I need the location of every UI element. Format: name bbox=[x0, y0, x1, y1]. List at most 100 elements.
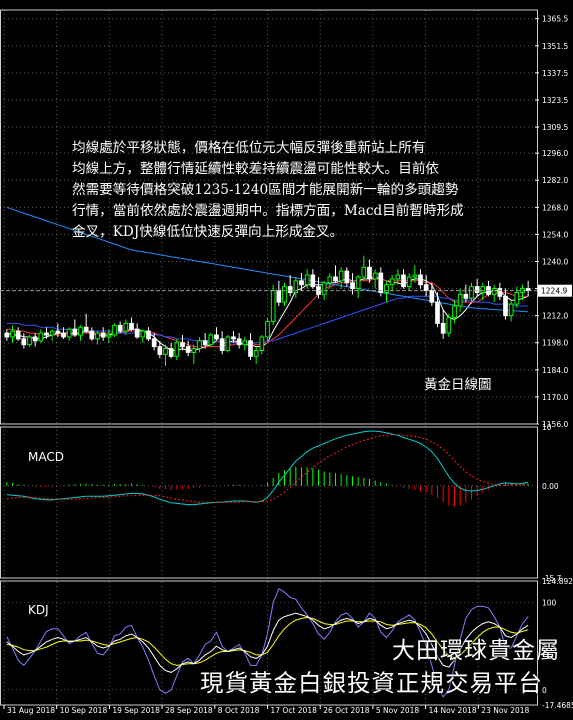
candle-body bbox=[401, 274, 406, 288]
date-tick-label: 28 Sep 2018 bbox=[165, 706, 213, 715]
panel-border bbox=[0, 426, 538, 579]
candle-body bbox=[214, 334, 219, 340]
candle-body bbox=[78, 326, 83, 336]
candle-body bbox=[15, 330, 21, 340]
commentary-line: 行情，當前依然處於震盪週期中。指標方面，Macd目前暫時形成 bbox=[72, 203, 464, 219]
candle-body bbox=[463, 293, 469, 299]
grid-layer bbox=[0, 10, 535, 705]
candle-body bbox=[259, 336, 265, 351]
candle-body bbox=[378, 272, 384, 293]
candle-body bbox=[440, 322, 446, 334]
candle-body bbox=[32, 336, 38, 342]
price-tick-label: 1268.0 bbox=[542, 203, 568, 212]
macd-panel-label: MACD bbox=[28, 450, 64, 464]
date-tick-label: 26 Oct 2018 bbox=[323, 706, 370, 715]
candle-body bbox=[225, 336, 231, 351]
candle-body bbox=[333, 276, 338, 282]
commentary-line: 然需要等待價格突破1235-1240區間才能展開新一輪的多頭趨勢 bbox=[72, 182, 459, 198]
candle-body bbox=[4, 332, 10, 338]
candle-body bbox=[265, 320, 270, 338]
date-tick-label: 5 Nov 2018 bbox=[376, 706, 419, 715]
candle-body bbox=[134, 328, 140, 338]
candle-body bbox=[361, 266, 367, 278]
candle-body bbox=[406, 276, 412, 288]
candle-body bbox=[83, 326, 89, 332]
candle-body bbox=[446, 317, 452, 334]
candle-body bbox=[350, 282, 355, 290]
analysis-commentary: 均線處於平移狀態，價格在低位元大幅反彈後重新站上所有 均線上方，整體行情延續性較… bbox=[72, 138, 542, 243]
candle-body bbox=[236, 338, 242, 346]
chart-caption: 黃金日線圖 bbox=[424, 377, 492, 393]
candle-body bbox=[457, 293, 463, 307]
candle-body bbox=[191, 348, 197, 353]
candle-body bbox=[168, 348, 174, 357]
candle-body bbox=[89, 330, 95, 340]
candle-body bbox=[491, 288, 497, 295]
candle-body bbox=[106, 334, 112, 338]
candle-body bbox=[327, 276, 333, 284]
price-tick-label: 1170.0 bbox=[542, 393, 568, 402]
price-tick-label: 1309.5 bbox=[542, 123, 568, 132]
candle-body bbox=[242, 340, 248, 346]
date-tick-label: 10 Sep 2018 bbox=[60, 706, 108, 715]
price-tick-label: 1198.0 bbox=[542, 339, 568, 348]
candle-body bbox=[384, 284, 389, 293]
candle-body bbox=[129, 322, 134, 330]
price-tick-label: 1365.5 bbox=[542, 15, 568, 24]
candle-body bbox=[248, 340, 253, 357]
date-tick-label: 23 Nov 2018 bbox=[481, 706, 529, 715]
price-tick-label: 1351.5 bbox=[542, 42, 568, 51]
candle-body bbox=[146, 330, 151, 340]
candle-body bbox=[344, 270, 350, 284]
candle-body bbox=[202, 340, 208, 346]
candle-body bbox=[197, 340, 202, 350]
candle-body bbox=[452, 305, 457, 319]
candle-body bbox=[412, 274, 418, 278]
candle-body bbox=[44, 332, 49, 336]
price-tick-label: 1212.0 bbox=[542, 312, 568, 321]
candle-body bbox=[55, 330, 61, 334]
price-tick-label: 1282.0 bbox=[542, 176, 568, 185]
candle-body bbox=[282, 286, 287, 303]
candle-body bbox=[253, 349, 259, 357]
current-price-label: 1224.9 bbox=[541, 287, 567, 296]
candle-body bbox=[270, 290, 276, 322]
candle-body bbox=[66, 328, 72, 338]
candle-body bbox=[503, 295, 508, 317]
candle-body bbox=[418, 274, 423, 286]
date-tick-label: 31 Aug 2018 bbox=[7, 706, 55, 715]
candle-body bbox=[429, 290, 435, 303]
candle-body bbox=[208, 334, 214, 346]
date-tick-label: 8 Oct 2018 bbox=[218, 706, 260, 715]
kdj-tick-label: 124.8922 bbox=[542, 577, 573, 586]
candle-body bbox=[469, 286, 474, 299]
candle-body bbox=[276, 290, 282, 303]
chart-canvas: 100.00-15.7 124.89221000-17.4685 1365.51… bbox=[0, 9, 573, 715]
commentary-line: 均線處於平移狀態，價格在低位元大幅反彈後重新站上所有 bbox=[72, 140, 426, 156]
candle-body bbox=[310, 274, 316, 288]
watermark-company: 大田環球貴金屬 bbox=[392, 638, 560, 664]
candle-body bbox=[100, 332, 106, 338]
candle-body bbox=[95, 332, 100, 340]
candle-body bbox=[474, 286, 480, 293]
candle-body bbox=[497, 288, 503, 297]
candle-body bbox=[299, 280, 304, 286]
candle-body bbox=[112, 324, 117, 336]
candle-body bbox=[355, 276, 361, 290]
price-tick-label: 1296.0 bbox=[542, 149, 568, 158]
candle-body bbox=[157, 346, 163, 355]
candle-body bbox=[219, 338, 225, 351]
candle-body bbox=[435, 301, 440, 324]
candle-body bbox=[395, 274, 401, 280]
kdj-tick-label: 100 bbox=[542, 599, 557, 608]
date-axis: 31 Aug 2018 10 Sep 2018 19 Sep 2018 28 Sep … bbox=[3, 705, 530, 715]
kdj-tick-label: -17.4685 bbox=[542, 701, 573, 710]
price-tick-label: 1240.0 bbox=[542, 257, 568, 266]
candle-body bbox=[72, 328, 78, 336]
macd-tick-label: 0.00 bbox=[542, 482, 559, 491]
candle-body bbox=[163, 348, 168, 355]
candle-body bbox=[151, 338, 157, 348]
commentary-line: 均線上方，整體行情延續性較差持續震盪可能性較大。目前依 bbox=[72, 161, 440, 177]
candle-body bbox=[231, 336, 236, 340]
candle-body bbox=[480, 286, 486, 293]
